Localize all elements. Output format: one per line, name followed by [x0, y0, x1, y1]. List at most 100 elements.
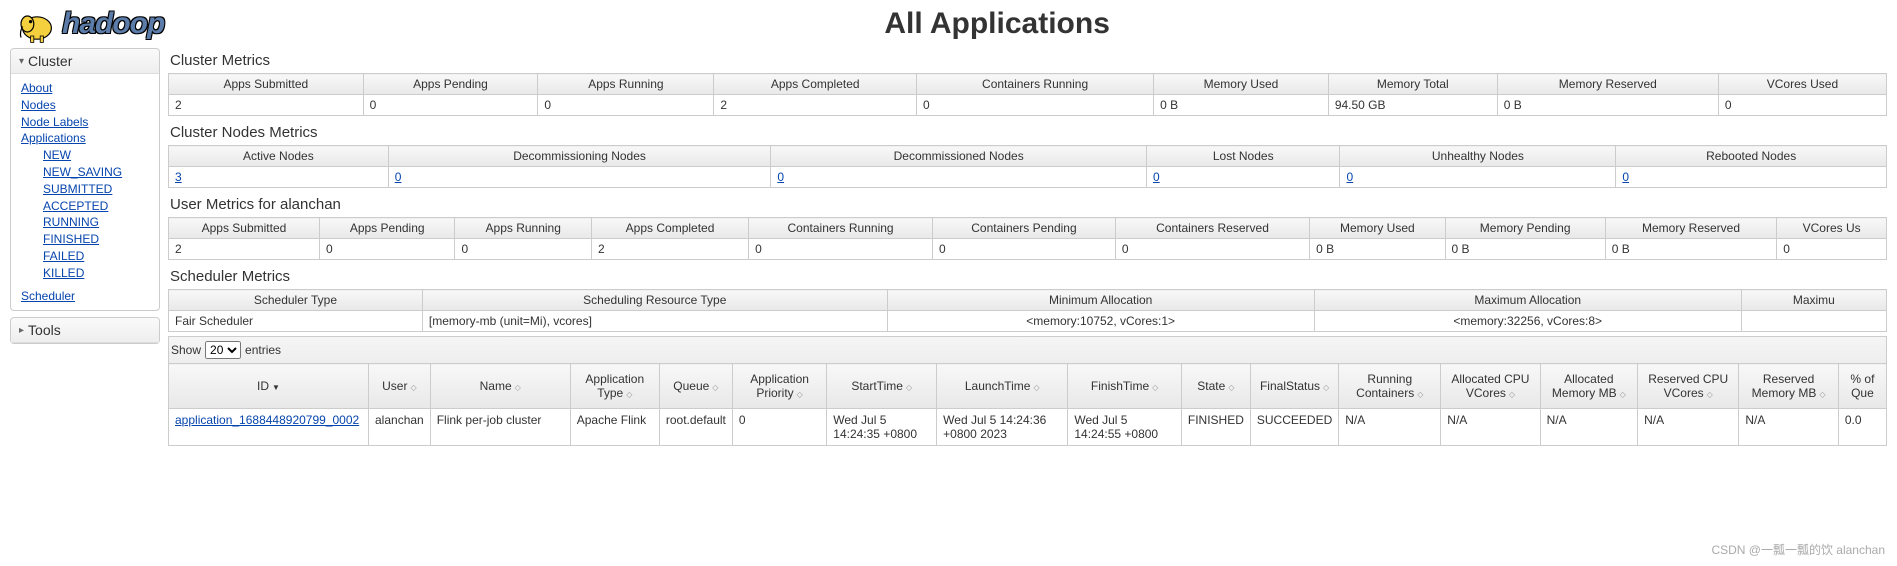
- scheduler-metrics-table: Scheduler TypeScheduling Resource TypeMi…: [168, 289, 1887, 332]
- col-decommed-nodes: Decommissioned Nodes: [771, 146, 1147, 167]
- cell[interactable]: 0: [771, 167, 1147, 188]
- rebooted-link[interactable]: 0: [1622, 170, 1629, 184]
- main-content: Cluster Metrics Apps Submitted Apps Pend…: [168, 48, 1887, 446]
- col-cpu[interactable]: Allocated CPU VCores◇: [1441, 364, 1540, 409]
- sort-icon: ◇: [1620, 390, 1626, 399]
- entries-label: entries: [245, 343, 281, 357]
- application-link[interactable]: application_1688448920799_0002: [175, 413, 359, 427]
- table-row: application_1688448920799_0002 alanchan …: [169, 409, 1887, 446]
- nav-accepted[interactable]: ACCEPTED: [43, 198, 149, 215]
- cluster-metrics-table: Apps Submitted Apps Pending Apps Running…: [168, 73, 1887, 116]
- col-user[interactable]: User◇: [369, 364, 431, 409]
- col-apps-pending: Apps Pending: [363, 74, 538, 95]
- tools-panel-header[interactable]: ▸Tools: [11, 318, 159, 343]
- nav-applications[interactable]: Applications: [21, 130, 149, 147]
- cell-mem: N/A: [1540, 409, 1637, 446]
- col-memory-used: Memory Used: [1154, 74, 1329, 95]
- cell-rcpu: N/A: [1638, 409, 1739, 446]
- nav-new-saving[interactable]: NEW_SAVING: [43, 164, 149, 181]
- cell-id[interactable]: application_1688448920799_0002: [169, 409, 369, 446]
- cell: 0 B: [1445, 239, 1605, 260]
- lost-link[interactable]: 0: [1153, 170, 1160, 184]
- col-final[interactable]: FinalStatus◇: [1250, 364, 1338, 409]
- sidebar: ▾Cluster About Nodes Node Labels Applica…: [10, 48, 160, 446]
- cell-state-highlighted: FINISHED: [1181, 409, 1250, 446]
- col-mem[interactable]: Allocated Memory MB◇: [1540, 364, 1637, 409]
- col: Minimum Allocation: [887, 290, 1314, 311]
- cell: 2: [169, 239, 320, 260]
- cell: 0: [319, 239, 455, 260]
- active-nodes-link[interactable]: 3: [175, 170, 182, 184]
- sort-icon: ◇: [410, 383, 416, 392]
- col-priority[interactable]: Application Priority◇: [732, 364, 826, 409]
- nav-running[interactable]: RUNNING: [43, 214, 149, 231]
- sort-icon: ◇: [1228, 383, 1234, 392]
- col-start[interactable]: StartTime◇: [827, 364, 937, 409]
- cell[interactable]: 0: [1146, 167, 1340, 188]
- sort-icon: ◇: [712, 383, 718, 392]
- sort-icon: ◇: [515, 383, 521, 392]
- nav-killed[interactable]: KILLED: [43, 265, 149, 282]
- cell: 0: [1718, 95, 1886, 116]
- cell[interactable]: 0: [388, 167, 771, 188]
- col-queue[interactable]: Queue◇: [659, 364, 732, 409]
- col-type[interactable]: Application Type◇: [570, 364, 659, 409]
- table-row: Fair Scheduler[memory-mb (unit=Mi), vcor…: [169, 311, 1887, 332]
- col-state[interactable]: State◇: [1181, 364, 1250, 409]
- nav-submitted[interactable]: SUBMITTED: [43, 181, 149, 198]
- sort-icon: ◇: [626, 390, 632, 399]
- col: Containers Pending: [933, 218, 1116, 239]
- cluster-panel: ▾Cluster About Nodes Node Labels Applica…: [10, 48, 160, 311]
- col: Memory Reserved: [1605, 218, 1777, 239]
- col-active-nodes: Active Nodes: [169, 146, 389, 167]
- cell: 0 B: [1310, 239, 1445, 260]
- col-pct[interactable]: % of Que: [1838, 364, 1886, 409]
- table-row: 2 0 0 2 0 0 B 94.50 GB 0 B 0: [169, 95, 1887, 116]
- nav-new[interactable]: NEW: [43, 147, 149, 164]
- cell: 0 B: [1154, 95, 1329, 116]
- col-rmem[interactable]: Reserved Memory MB◇: [1739, 364, 1838, 409]
- cell[interactable]: 3: [169, 167, 389, 188]
- decom-link[interactable]: 0: [395, 170, 402, 184]
- cell[interactable]: 0: [1616, 167, 1887, 188]
- table-header-row: Apps Submitted Apps Pending Apps Running…: [169, 74, 1887, 95]
- user-metrics-table: Apps SubmittedApps PendingApps RunningAp…: [168, 217, 1887, 260]
- cell: 2: [714, 95, 917, 116]
- nav-finished[interactable]: FINISHED: [43, 231, 149, 248]
- decommed-link[interactable]: 0: [777, 170, 784, 184]
- col: Containers Reserved: [1115, 218, 1309, 239]
- cell: [1741, 311, 1886, 332]
- collapse-icon: ▾: [19, 56, 24, 67]
- col-rcpu[interactable]: Reserved CPU VCores◇: [1638, 364, 1739, 409]
- expand-icon: ▸: [19, 325, 24, 336]
- col-containers-running: Containers Running: [917, 74, 1154, 95]
- col: Scheduler Type: [169, 290, 423, 311]
- page-title: All Applications: [884, 7, 1110, 41]
- sort-icon: ◇: [1819, 390, 1825, 399]
- nav-node-labels[interactable]: Node Labels: [21, 114, 149, 131]
- header: hadoop All Applications: [0, 0, 1897, 48]
- col-decom-nodes: Decommissioning Nodes: [388, 146, 771, 167]
- cell: 0: [538, 95, 714, 116]
- col-name[interactable]: Name◇: [430, 364, 570, 409]
- nav-nodes[interactable]: Nodes: [21, 97, 149, 114]
- col-id[interactable]: ID▼: [169, 364, 369, 409]
- cell: 0 B: [1497, 95, 1718, 116]
- cell: 0: [917, 95, 1154, 116]
- unhealthy-link[interactable]: 0: [1346, 170, 1353, 184]
- cell: 2: [591, 239, 748, 260]
- cell[interactable]: 0: [1340, 167, 1616, 188]
- col-finish[interactable]: FinishTime◇: [1068, 364, 1182, 409]
- col: Maximum Allocation: [1314, 290, 1741, 311]
- col: Apps Completed: [591, 218, 748, 239]
- col: Apps Running: [455, 218, 592, 239]
- col-apps-submitted: Apps Submitted: [169, 74, 364, 95]
- nav-scheduler[interactable]: Scheduler: [21, 288, 149, 305]
- entries-select[interactable]: 20: [205, 341, 241, 359]
- cluster-panel-header[interactable]: ▾Cluster: [11, 49, 159, 74]
- col-launch[interactable]: LaunchTime◇: [937, 364, 1068, 409]
- col-containers[interactable]: Running Containers◇: [1339, 364, 1441, 409]
- nav-about[interactable]: About: [21, 80, 149, 97]
- nav-failed[interactable]: FAILED: [43, 248, 149, 265]
- cell: 2: [169, 95, 364, 116]
